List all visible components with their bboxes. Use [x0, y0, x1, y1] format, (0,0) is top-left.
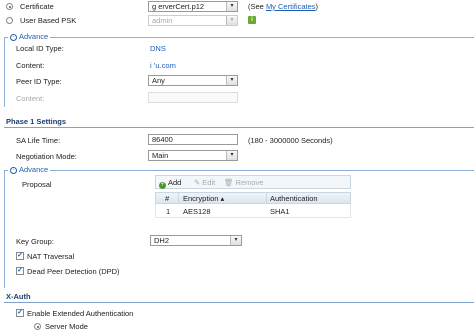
user-psk-label: User Based PSK	[20, 16, 77, 25]
column-header-authentication[interactable]: Authentication	[270, 194, 318, 203]
sa-life-range: (180 - 3000000 Seconds)	[248, 136, 333, 145]
negotiation-mode-value: Main	[152, 151, 169, 160]
edit-button[interactable]: ✎ Edit	[194, 178, 215, 187]
remove-button[interactable]: 🗑 Remove	[224, 178, 263, 187]
row-encryption: AES128	[183, 207, 211, 216]
peer-id-type-select[interactable]: Any ▾	[148, 75, 238, 86]
user-psk-select-value: admin	[152, 16, 173, 25]
chevron-down-icon: ▾	[226, 16, 237, 25]
advance-toggle-2[interactable]: - Advance	[8, 165, 51, 174]
key-group-value: DH2	[154, 236, 170, 245]
sa-life-value: 86400	[152, 135, 173, 144]
peer-content-label: Content:	[16, 94, 45, 103]
chevron-down-icon: ▾	[226, 2, 237, 11]
trash-icon: 🗑	[224, 178, 234, 187]
key-group-select[interactable]: DH2 ▾	[150, 235, 242, 246]
server-mode-label: Server Mode	[45, 322, 88, 331]
xauth-title: X-Auth	[6, 292, 31, 301]
advance-toggle-1[interactable]: - Advance	[8, 32, 51, 41]
nat-traversal-label: NAT Traversal	[27, 252, 75, 261]
key-group-label: Key Group:	[16, 237, 54, 246]
xauth-divider	[4, 302, 474, 303]
collapse-icon: -	[10, 34, 17, 41]
dpd-label: Dead Peer Detection (DPD)	[27, 267, 120, 276]
proposal-label: Proposal	[22, 180, 52, 189]
nat-traversal-checkbox[interactable]: ✓	[16, 252, 24, 260]
column-header-encryption[interactable]: Encryption ▴	[183, 194, 224, 203]
collapse-icon: -	[10, 167, 17, 174]
chevron-down-icon: ▾	[226, 151, 237, 160]
certificate-select[interactable]: g erverCert.p12 ▾	[148, 1, 238, 12]
enable-xauth-checkbox[interactable]: ✓	[16, 309, 24, 317]
row-number: 1	[166, 207, 171, 216]
sa-life-label: SA Life Time:	[16, 136, 61, 145]
dpd-checkbox[interactable]: ✓	[16, 267, 24, 275]
add-button[interactable]: + Add	[159, 178, 181, 189]
local-id-type-label: Local ID Type:	[16, 44, 64, 53]
column-header-number[interactable]: #	[165, 194, 169, 203]
negotiation-mode-select[interactable]: Main ▾	[148, 150, 238, 161]
column-divider	[266, 193, 267, 203]
info-icon[interactable]: i	[248, 16, 256, 24]
enable-xauth-label: Enable Extended Authentication	[27, 309, 134, 318]
see-certificates-text: (See My Certificates)	[248, 2, 319, 11]
peer-id-type-label: Peer ID Type:	[16, 77, 62, 86]
chevron-down-icon: ▾	[226, 76, 237, 85]
row-authentication: SHA1	[270, 207, 290, 216]
sort-ascending-icon: ▴	[220, 194, 225, 203]
peer-content-input[interactable]	[148, 92, 238, 103]
advance-section-1	[4, 37, 474, 107]
local-content-value: i ’u.com	[150, 61, 176, 70]
certificate-label: Certificate	[20, 2, 54, 11]
peer-id-type-value: Any	[152, 76, 165, 85]
local-id-type-value: DNS	[150, 44, 166, 53]
user-psk-select[interactable]: admin ▾	[148, 15, 238, 26]
sa-life-input[interactable]: 86400	[148, 134, 238, 145]
server-mode-radio[interactable]	[34, 323, 41, 330]
chevron-down-icon: ▾	[230, 236, 241, 245]
certificate-select-value: g erverCert.p12	[152, 2, 205, 11]
add-icon: +	[159, 182, 166, 189]
my-certificates-link[interactable]: My Certificates	[266, 2, 316, 11]
edit-icon: ✎	[194, 178, 201, 187]
phase1-title: Phase 1 Settings	[6, 117, 67, 126]
local-content-label: Content:	[16, 61, 45, 70]
phase1-divider	[4, 127, 474, 128]
column-divider	[178, 193, 179, 203]
negotiation-mode-label: Negotiation Mode:	[16, 152, 77, 161]
certificate-radio[interactable]	[6, 3, 13, 10]
user-psk-radio[interactable]	[6, 17, 13, 24]
